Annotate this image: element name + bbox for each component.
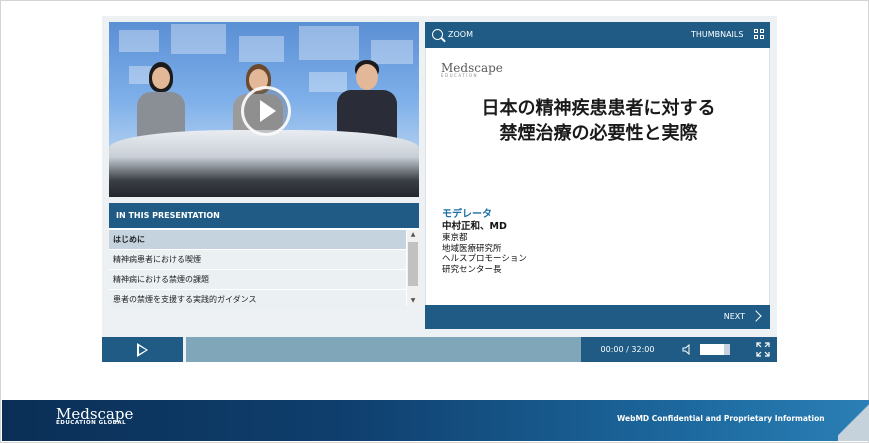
thumbnails-button[interactable]: THUMBNAILS	[691, 22, 765, 48]
slide-title: 日本の精神疾患患者に対する 禁煙治療の必要性と実際	[481, 98, 716, 144]
next-button[interactable]: NEXT	[723, 305, 762, 329]
zoom-label: ZOOM	[448, 30, 473, 39]
grid-icon	[754, 29, 765, 40]
zoom-button[interactable]: ZOOM	[432, 22, 473, 48]
thumbnails-label: THUMBNAILS	[690, 30, 744, 39]
player-controls: 00:00 / 32:00	[102, 337, 777, 362]
play-button[interactable]	[102, 337, 183, 362]
volume-control	[674, 337, 749, 362]
medscape-global-logo: Medscape EDUCATION GLOBAL	[56, 405, 134, 426]
time-display: 00:00 / 32:00	[581, 337, 674, 362]
moderator-line: 研究センター長	[442, 264, 502, 275]
video-area[interactable]	[109, 22, 419, 197]
background-tile	[239, 36, 284, 62]
scroll-down-icon[interactable]: ▼	[407, 296, 419, 306]
moderator-line: ヘルスプロモーション	[442, 254, 527, 264]
zoom-icon	[432, 29, 443, 40]
medscape-logo: Medscape EDUCATION	[441, 61, 503, 78]
moderator-info: モデレータ 中村正和、MD 東京都 地域医療研究所 ヘルスプロモーション 研究セ…	[442, 208, 527, 275]
media-player: IN THIS PRESENTATION はじめに 精神病患者における喫煙 精神…	[102, 16, 777, 362]
background-tile	[299, 26, 359, 60]
speaker-icon[interactable]	[682, 344, 693, 355]
background-tile	[309, 72, 347, 92]
slide-toolbar: ZOOM THUMBNAILS	[425, 22, 770, 48]
footer-corner	[838, 400, 869, 441]
presentation-outline: IN THIS PRESENTATION はじめに 精神病患者における喫煙 精神…	[109, 203, 419, 309]
moderator-line: 地域医療研究所	[442, 243, 502, 254]
background-tile	[119, 30, 159, 52]
moderator-name: 中村正和、MD	[442, 221, 507, 232]
slide-view: Medscape EDUCATION 日本の精神疾患患者に対する 禁煙治療の必要…	[425, 48, 770, 305]
moderator-line: 東京都	[442, 233, 468, 243]
progress-bar[interactable]	[186, 337, 581, 362]
slide-nav-bar: NEXT	[425, 305, 770, 329]
chevron-right-icon	[750, 309, 762, 322]
play-icon	[137, 343, 148, 357]
outline-item[interactable]: 患者の禁煙を支援する実践的ガイダンス	[109, 290, 406, 309]
scroll-up-icon[interactable]: ▲	[407, 230, 419, 240]
outline-header: IN THIS PRESENTATION	[109, 203, 419, 228]
next-label: NEXT	[723, 312, 745, 321]
fullscreen-icon	[756, 342, 770, 357]
moderator-role: モデレータ	[442, 209, 492, 220]
fullscreen-button[interactable]	[749, 337, 777, 362]
background-tile	[371, 40, 413, 64]
background-tile	[171, 24, 226, 54]
volume-level[interactable]	[700, 344, 724, 355]
play-circle-icon[interactable]	[241, 86, 291, 136]
outline-scrollbar[interactable]: ▲ ▼	[407, 230, 419, 306]
outline-item[interactable]: 精神病患者における喫煙	[109, 250, 406, 269]
scroll-thumb[interactable]	[408, 242, 418, 286]
confidential-notice: WebMD Confidential and Proprietary Infor…	[617, 414, 825, 423]
outline-list: はじめに 精神病患者における喫煙 精神病における禁煙の課題 患者の禁煙を支援する…	[109, 230, 406, 309]
studio-desk	[109, 130, 419, 197]
outline-item[interactable]: はじめに	[109, 230, 406, 249]
outline-item[interactable]: 精神病における禁煙の課題	[109, 270, 406, 289]
